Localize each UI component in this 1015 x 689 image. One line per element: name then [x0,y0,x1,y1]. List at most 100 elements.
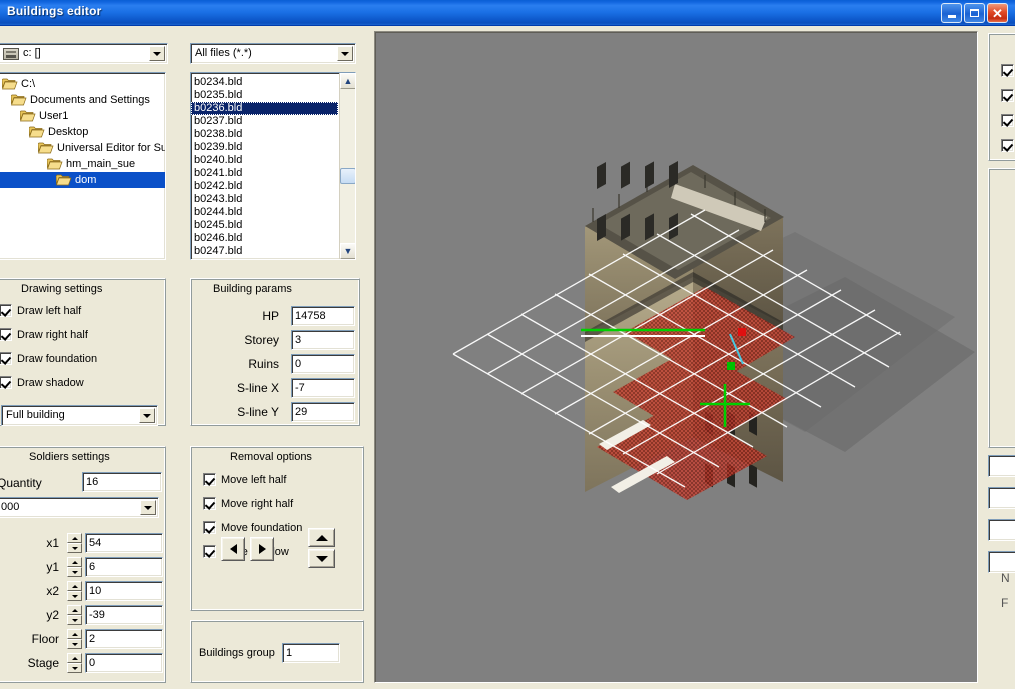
drawing-mode-select[interactable]: Full building [1,405,158,426]
checkbox-icon[interactable] [0,328,12,341]
checkbox-icon[interactable] [203,521,216,534]
tree-node[interactable]: C:\ [0,76,165,92]
scroll-down-button[interactable]: ▼ [340,243,355,259]
checkbox-icon[interactable] [203,473,216,486]
soldier-floor-stepper[interactable] [67,629,82,649]
param-input-storey[interactable]: 3 [291,330,355,350]
nav-left-button[interactable] [221,537,245,561]
draw-checkbox-2[interactable]: Draw foundation [0,352,97,365]
file-list-item[interactable]: b0242.bld [191,180,338,193]
right-checkbox-1[interactable] [1001,89,1015,102]
soldier-select[interactable]: 000 [0,497,159,518]
directory-tree[interactable]: C:\ Documents and Settings User1 Desktop Uni… [0,72,166,260]
tree-node[interactable]: Desktop [0,124,165,140]
chevron-down-icon[interactable] [149,46,165,61]
step-up-button[interactable] [308,528,335,547]
stepper-up-icon[interactable] [67,581,82,591]
tree-node[interactable]: dom [0,172,165,188]
soldier-y1-input[interactable]: 6 [85,557,163,577]
soldier-x2-input[interactable]: 10 [85,581,163,601]
file-list-item[interactable]: b0246.bld [191,232,338,245]
stepper-down-icon[interactable] [67,543,82,553]
stepper-up-icon[interactable] [67,629,82,639]
param-input-hp[interactable]: 14758 [291,306,355,326]
move-checkbox-0[interactable]: Move left half [203,473,286,486]
file-list-item[interactable]: b0238.bld [191,128,338,141]
param-input-s-line-y[interactable]: 29 [291,402,355,422]
soldier-floor-input[interactable]: 2 [85,629,163,649]
right-checkbox-0[interactable] [1001,64,1015,77]
step-down-button[interactable] [308,549,335,568]
chevron-down-icon[interactable] [140,500,156,515]
file-list-item[interactable]: b0235.bld [191,89,338,102]
stepper-down-icon[interactable] [67,663,82,673]
param-input-ruins[interactable]: 0 [291,354,355,374]
file-list[interactable]: b0234.bld b0235.bld b0236.bld b0237.bld b023… [190,72,356,260]
draw-checkbox-0[interactable]: Draw left half [0,304,81,317]
nav-right-button[interactable] [250,537,274,561]
buildings-group-input[interactable]: 1 [282,643,340,663]
soldier-y2-input[interactable]: -39 [85,605,163,625]
file-list-item[interactable]: b0234.bld [191,76,338,89]
file-list-item[interactable]: b0245.bld [191,219,338,232]
right-clipped-input-4[interactable] [988,551,1015,573]
move-checkbox-3[interactable]: Move shadow [203,545,289,558]
checkbox-icon[interactable] [1001,89,1014,102]
tree-node[interactable]: Universal Editor for Sust Gr [0,140,165,156]
stepper-up-icon[interactable] [67,605,82,615]
file-list-item[interactable]: b0244.bld [191,206,338,219]
file-list-item[interactable]: b0237.bld [191,115,338,128]
stepper-up-icon[interactable] [67,557,82,567]
move-checkbox-2[interactable]: Move foundation [203,521,302,534]
checkbox-icon[interactable] [0,304,12,317]
move-checkbox-1[interactable]: Move right half [203,497,293,510]
chevron-down-icon[interactable] [139,408,155,423]
stepper-down-icon[interactable] [67,591,82,601]
soldier-stage-input[interactable]: 0 [85,653,163,673]
right-checkbox-3[interactable] [1001,139,1015,152]
file-list-item[interactable]: b0236.bld [191,102,338,115]
soldier-y2-stepper[interactable] [67,605,82,625]
checkbox-icon[interactable] [1001,64,1014,77]
file-filter-select[interactable]: All files (*.*) [190,43,356,64]
tree-node[interactable]: Documents and Settings [0,92,165,108]
tree-node[interactable]: hm_main_sue [0,156,165,172]
checkbox-icon[interactable] [1001,139,1014,152]
checkbox-icon[interactable] [203,497,216,510]
file-list-item[interactable]: b0239.bld [191,141,338,154]
close-button[interactable]: ✕ [987,3,1008,23]
stepper-up-icon[interactable] [67,653,82,663]
maximize-button[interactable] [964,3,985,23]
right-checkbox-2[interactable] [1001,114,1015,127]
stepper-down-icon[interactable] [67,639,82,649]
file-list-item[interactable]: b0241.bld [191,167,338,180]
file-list-scrollbar[interactable]: ▲ ▼ [339,73,355,259]
checkbox-icon[interactable] [1001,114,1014,127]
stepper-down-icon[interactable] [67,615,82,625]
soldier-x1-input[interactable]: 54 [85,533,163,553]
checkbox-icon[interactable] [0,352,12,365]
param-input-s-line-x[interactable]: -7 [291,378,355,398]
drive-select[interactable]: c: [] [0,43,168,64]
file-list-item[interactable]: b0247.bld [191,245,338,258]
right-clipped-input-2[interactable] [988,487,1015,509]
right-clipped-input-3[interactable] [988,519,1015,541]
file-list-item[interactable]: b0240.bld [191,154,338,167]
checkbox-icon[interactable] [203,545,216,558]
file-list-item[interactable]: b0243.bld [191,193,338,206]
soldier-x1-stepper[interactable] [67,533,82,553]
scrollbar-thumb[interactable] [340,168,355,184]
soldier-x2-stepper[interactable] [67,581,82,601]
quantity-input[interactable]: 16 [82,472,162,492]
soldier-stage-stepper[interactable] [67,653,82,673]
right-clipped-input-1[interactable] [988,455,1015,477]
checkbox-icon[interactable] [0,376,12,389]
stepper-down-icon[interactable] [67,567,82,577]
tree-node[interactable]: User1 [0,108,165,124]
draw-checkbox-3[interactable]: Draw shadow [0,376,84,389]
chevron-down-icon[interactable] [337,46,353,61]
scroll-up-button[interactable]: ▲ [340,73,355,89]
stepper-up-icon[interactable] [67,533,82,543]
draw-checkbox-1[interactable]: Draw right half [0,328,88,341]
minimize-button[interactable] [941,3,962,23]
